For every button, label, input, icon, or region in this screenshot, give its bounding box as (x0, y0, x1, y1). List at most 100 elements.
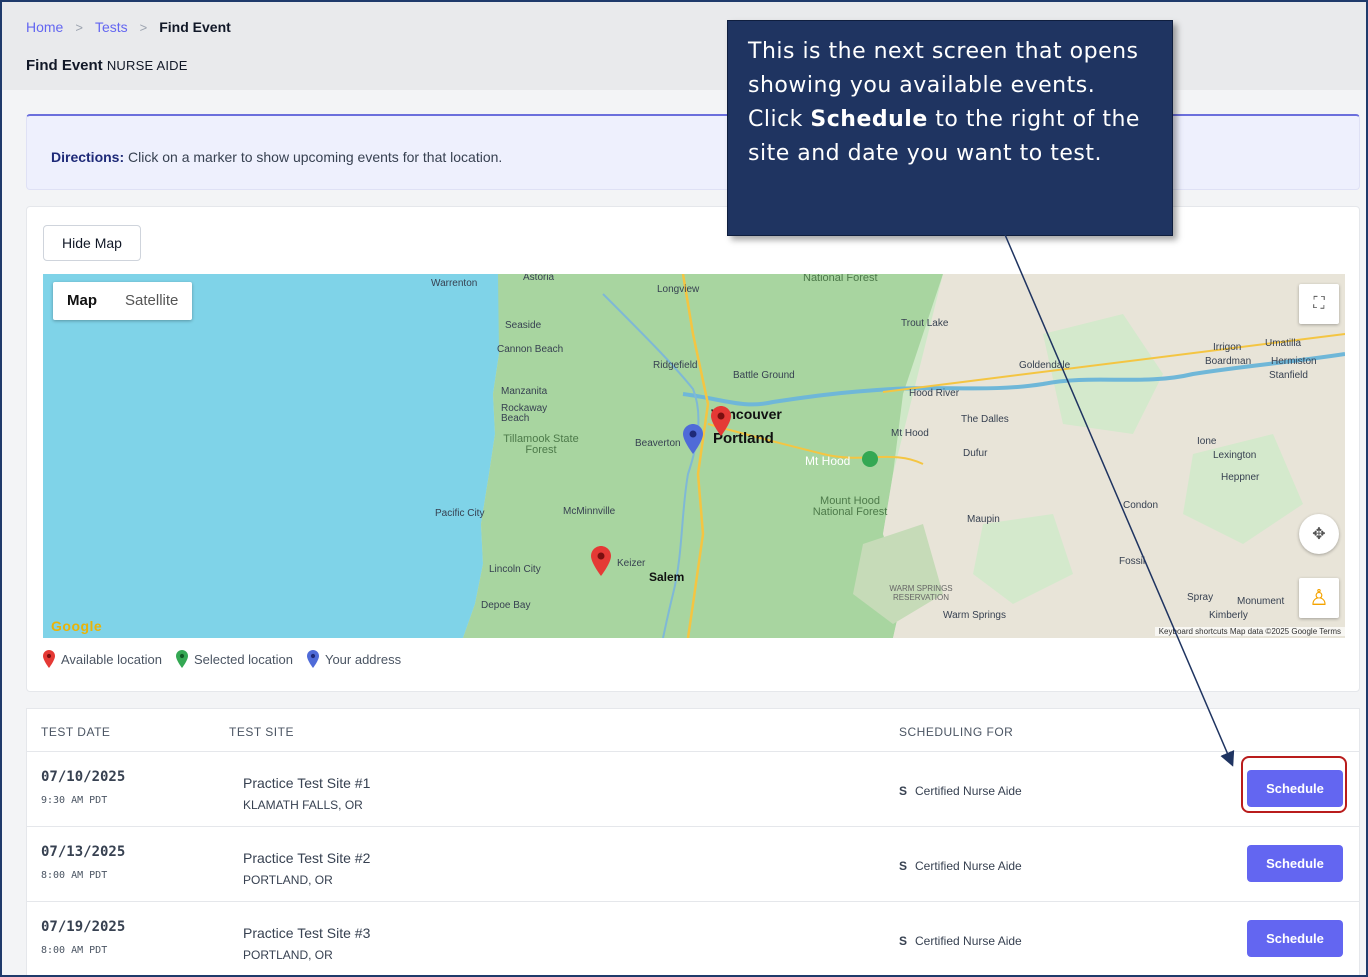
breadcrumb-separator: > (75, 19, 83, 35)
map-label: Cannon Beach (497, 344, 564, 355)
legend-available: Available location (43, 650, 162, 668)
fullscreen-icon[interactable]: ⛶ (1299, 284, 1339, 324)
breadcrumb-separator: > (139, 19, 148, 35)
marker-available-portland-icon[interactable] (711, 406, 731, 436)
table-row: 07/13/2025 8:00 AM PDT Practice Test Sit… (27, 827, 1359, 902)
map-label: Beaverton (635, 438, 681, 449)
legend-available-label: Available location (61, 651, 162, 667)
map-type-satellite[interactable]: Satellite (111, 282, 192, 320)
map-label: Ione (1197, 436, 1217, 447)
available-marker-icon (43, 650, 55, 668)
program-code: S (899, 934, 908, 948)
row-time: 8:00 AM PDT (41, 945, 108, 956)
legend-selected-label: Selected location (193, 651, 293, 667)
map-label: Longview (657, 284, 700, 295)
map-label: National Forest (803, 274, 878, 284)
map-label: Stanfield (1269, 370, 1308, 381)
map-label: Fossil (1119, 556, 1146, 567)
map-label: Ridgefield (653, 360, 698, 371)
events-table: TEST DATE TEST SITE SCHEDULING FOR 07/10… (26, 708, 1360, 977)
directions-label: Directions: (51, 149, 125, 165)
map-label: McMinnville (563, 506, 616, 517)
legend-address-label: Your address (324, 651, 402, 667)
row-site-location: KLAMATH FALLS, OR (243, 798, 363, 812)
map-label: Monument (1237, 596, 1285, 607)
program-name: Certified Nurse Aide (915, 859, 1022, 873)
row-date: 07/10/2025 (41, 769, 126, 785)
row-scheduling-for: S Certified Nurse Aide (899, 934, 1022, 948)
map-label: Heppner (1221, 472, 1260, 483)
legend-selected: Selected location (175, 650, 293, 668)
map-label: Pacific City (435, 508, 485, 519)
row-scheduling-for: S Certified Nurse Aide (899, 784, 1022, 798)
hide-map-button[interactable]: Hide Map (43, 225, 141, 261)
map-label: Warm Springs (943, 610, 1006, 621)
map-label: Manzanita (501, 386, 548, 397)
map-label: Mount Hood National Forest (812, 495, 888, 518)
marker-available-salem-icon[interactable] (591, 546, 611, 576)
map-label: Tillamook State Forest (503, 433, 579, 456)
legend-your-address: Your address (306, 650, 402, 668)
map-terrain (43, 274, 1345, 638)
selected-marker-icon (175, 650, 188, 668)
program-name: Certified Nurse Aide (915, 784, 1022, 798)
map-label: Kimberly (1209, 610, 1248, 621)
map-label: Boardman (1205, 356, 1252, 367)
map-attribution[interactable]: Keyboard shortcuts Map data ©2025 Google… (1154, 627, 1345, 636)
program-code: S (899, 784, 908, 798)
map-label: Dufur (963, 448, 988, 459)
row-site-name: Practice Test Site #2 (243, 850, 371, 866)
camera-control-icon[interactable]: ✥ (1299, 514, 1339, 554)
program-code: S (899, 859, 908, 873)
row-date: 07/19/2025 (41, 919, 126, 935)
schedule-button[interactable]: Schedule (1247, 920, 1343, 957)
map-city: Mt Hood (805, 454, 851, 468)
breadcrumb: Home > Tests > Find Event (26, 19, 231, 35)
pegman-icon[interactable]: ♙ (1299, 578, 1339, 618)
callout-bold: Schedule (810, 107, 928, 132)
map-label: Lexington (1213, 450, 1257, 461)
row-site-name: Practice Test Site #1 (243, 775, 371, 791)
map-legend: Available location Selected location You… (43, 650, 409, 668)
map-label: Umatilla (1265, 338, 1302, 349)
map-label: Seaside (505, 320, 542, 331)
map-label: Rockaway Beach (501, 403, 548, 424)
directions-body: Click on a marker to show upcoming event… (124, 149, 503, 165)
breadcrumb-tests-link[interactable]: Tests (95, 19, 128, 35)
row-site-location: PORTLAND, OR (243, 948, 333, 962)
map-label: Keizer (617, 558, 646, 569)
row-date: 07/13/2025 (41, 844, 126, 860)
breadcrumb-home-link[interactable]: Home (26, 19, 63, 35)
map-label: The Dalles (961, 414, 1009, 425)
instruction-callout: This is the next screen that opens showi… (727, 20, 1173, 236)
row-scheduling-for: S Certified Nurse Aide (899, 859, 1022, 873)
map-label: Hermiston (1271, 356, 1317, 367)
row-time: 8:00 AM PDT (41, 870, 108, 881)
marker-your-address-icon[interactable] (683, 424, 703, 454)
schedule-button[interactable]: Schedule (1247, 770, 1343, 807)
row-site-name: Practice Test Site #3 (243, 925, 371, 941)
page-subtitle: NURSE AIDE (106, 58, 188, 73)
map-label: Goldendale (1019, 360, 1071, 371)
directions-text: Directions: Click on a marker to show up… (51, 149, 502, 165)
map-label: WARM SPRINGS RESERVATION (889, 584, 953, 602)
map-label: Mt Hood (891, 428, 929, 439)
header-test-date: TEST DATE (41, 725, 111, 739)
map[interactable]: Map Satellite ⛶ ✥ ♙ Warrenton Astoria Lo… (43, 274, 1345, 638)
map-type-control: Map Satellite (53, 282, 193, 320)
google-logo: Google (51, 618, 103, 634)
map-label: Spray (1187, 592, 1214, 603)
map-type-map[interactable]: Map (53, 282, 111, 320)
map-label: Lincoln City (489, 564, 541, 575)
map-label: Warrenton (431, 278, 478, 289)
schedule-button[interactable]: Schedule (1247, 845, 1343, 882)
map-label: Irrigon (1213, 342, 1242, 353)
header-test-site: TEST SITE (229, 725, 294, 739)
map-label: Maupin (967, 514, 1000, 525)
row-site-location: PORTLAND, OR (243, 873, 333, 887)
table-row: 07/10/2025 9:30 AM PDT Practice Test Sit… (27, 752, 1359, 827)
page-title-text: Find Event (26, 57, 103, 74)
address-marker-icon (306, 650, 319, 668)
map-label: Depoe Bay (481, 600, 531, 611)
row-time: 9:30 AM PDT (41, 795, 108, 806)
